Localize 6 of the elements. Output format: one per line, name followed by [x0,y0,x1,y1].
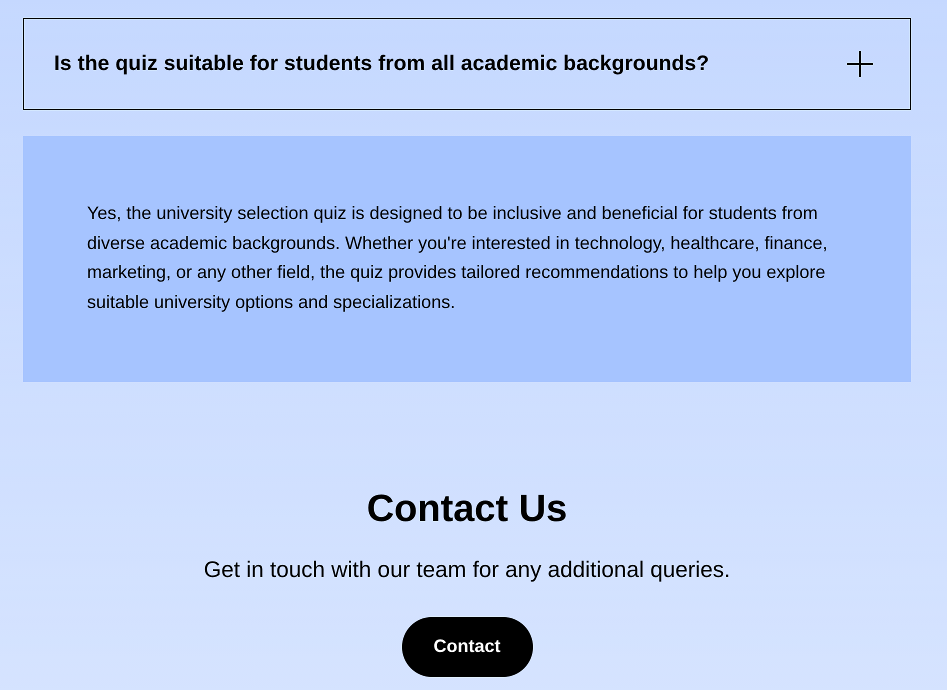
faq-question[interactable]: Is the quiz suitable for students from all academic backgrounds? [23,18,911,110]
contact-subtitle: Get in touch with our team for any additional queries. [204,556,730,584]
plus-icon [847,51,873,77]
contact-button[interactable]: Contact [402,616,532,677]
answer-text: Yes, the university selection quiz is designed to be inclusive and beneficial for students from diverse academic backgrounds. Whether you're interested in technology, healthcare, finance, marketing, or any other field, the quiz provides tailored recommendations to help you explore suitable university options and specializations. [87,202,829,314]
contact-title: Contact Us [366,486,568,532]
